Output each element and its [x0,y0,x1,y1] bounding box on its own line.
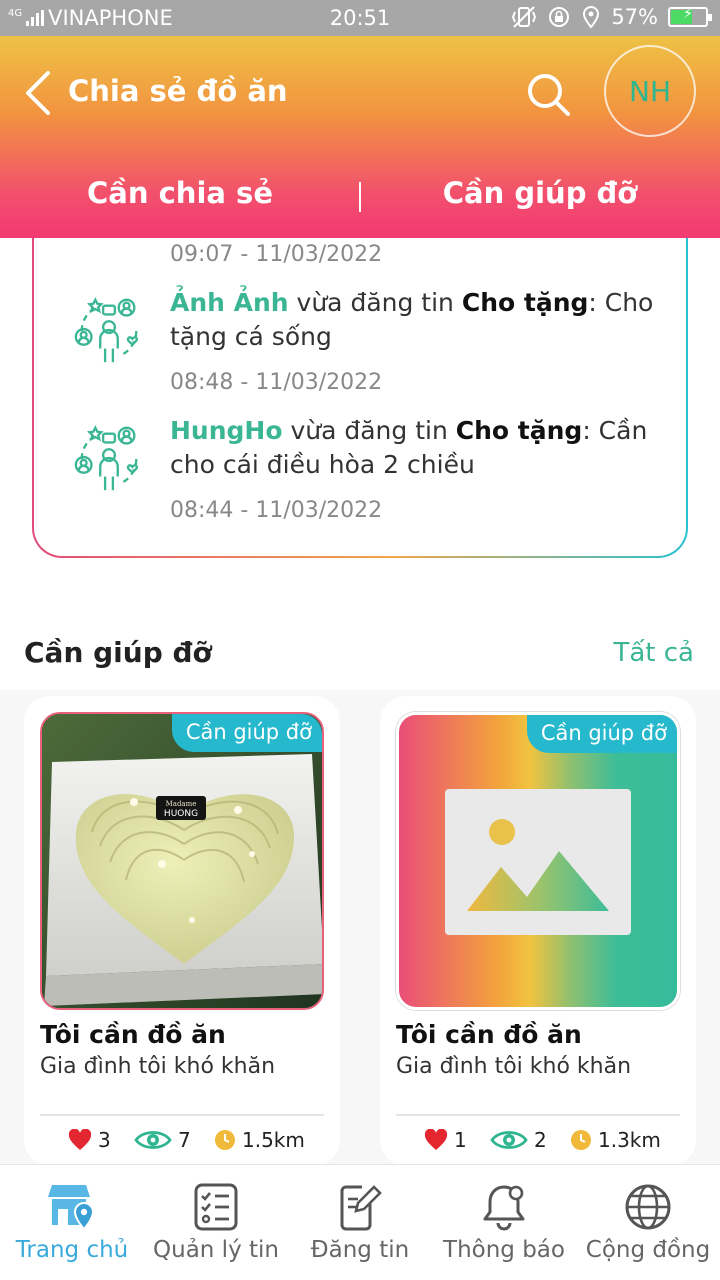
globe-icon [625,1184,671,1230]
search-icon[interactable] [524,70,572,118]
community-icon [74,297,138,363]
activity-type: Cho tặng [455,416,583,445]
back-chevron-icon[interactable] [22,69,52,117]
cake-tag-label: Madame [166,800,197,808]
clock-icon [215,1130,235,1150]
eye-icon [134,1131,172,1149]
activity-verb: vừa đăng tin [288,288,462,317]
community-icon [74,425,138,491]
status-icons: 57% ⚡ [511,5,712,29]
card-divider [396,1114,680,1116]
activity-user[interactable]: Ảnh Ảnh [170,288,289,317]
activity-time: 08:48 - 11/03/2022 [170,370,383,395]
status-bar: 4G VINAPHONE 20:51 57% ⚡ [0,0,720,36]
heart-icon [68,1129,92,1150]
activity-verb: vừa đăng tin [282,416,456,445]
views-stat: 7 [134,1128,191,1152]
activity-time: 09:07 - 11/03/2022 [170,242,383,267]
checklist-icon [194,1183,238,1231]
nav-label: Trang chủ [15,1237,129,1263]
likes-stat[interactable]: 3 [68,1128,111,1152]
eye-icon [490,1131,528,1149]
help-cards-list: Cần giúp đỡ Madame HUONG Tôi cần đồ ăn G… [0,690,720,1166]
activity-message: HungHo vừa đăng tin Cho tặng: Cần cho cá… [170,414,660,482]
tab-can-chia-se[interactable]: Cần chia sẻ [0,176,360,210]
card-subtitle: Gia đình tôi khó khăn [396,1054,632,1079]
card-subtitle: Gia đình tôi khó khăn [40,1054,276,1079]
edit-document-icon [340,1185,382,1231]
nav-label: Cộng đồng [585,1237,711,1263]
nav-label: Quản lý tin [153,1237,279,1263]
card-title: Tôi cần đồ ăn [40,1020,226,1049]
nav-item-quan-ly-tin[interactable]: Quản lý tin [144,1165,288,1280]
battery-icon: ⚡ [668,6,712,27]
distance-stat: 1.3km [570,1128,661,1152]
views-count: 7 [178,1128,191,1152]
help-card[interactable]: Cần giúp đỡ Tôi cần đồ ăn Gia đình tôi k… [380,696,696,1166]
likes-stat[interactable]: 1 [424,1128,467,1152]
page-title: Chia sẻ đồ ăn [68,74,288,108]
nav-item-thong-bao[interactable]: Thông báo [432,1165,576,1280]
post-image-placeholder: Cần giúp đỡ [396,712,680,1010]
card-divider [40,1114,324,1116]
distance-value: 1.5km [242,1128,305,1152]
activity-type: Cho tặng [461,288,589,317]
app-header: Chia sẻ đồ ăn NH Cần chia sẻ Cần giúp đỡ [0,36,720,238]
home-store-icon [48,1185,95,1231]
clock-icon [571,1130,591,1150]
vibrate-off-icon [512,6,537,28]
avatar[interactable]: NH [604,45,696,137]
post-image: Cần giúp đỡ Madame HUONG [40,712,324,1010]
activity-user[interactable]: HungHo [170,416,283,445]
location-icon [583,6,600,29]
nav-label: Đăng tin [310,1237,410,1263]
views-count: 2 [534,1128,547,1152]
rotation-lock-icon [549,7,570,27]
views-stat: 2 [490,1128,547,1152]
status-badge: Cần giúp đỡ [171,714,322,752]
nav-item-trang-chu[interactable]: Trang chủ [0,1165,144,1280]
bell-icon [483,1185,525,1231]
cake-tag-brand: HUONG [164,809,198,819]
activity-time: 08:44 - 11/03/2022 [170,498,383,523]
section-title: Cần giúp đỡ [24,636,212,669]
image-placeholder-icon [445,789,631,935]
help-card[interactable]: Cần giúp đỡ Madame HUONG Tôi cần đồ ăn G… [24,696,340,1166]
likes-count: 1 [454,1128,467,1152]
tab-can-giup-do[interactable]: Cần giúp đỡ [360,176,720,210]
header-tabs: Cần chia sẻ Cần giúp đỡ [0,176,720,220]
activity-message: Ảnh Ảnh vừa đăng tin Cho tặng: Cho tặng … [170,286,660,354]
status-badge: Cần giúp đỡ [526,715,677,753]
nav-item-cong-dong[interactable]: Cộng đồng [576,1165,720,1280]
distance-value: 1.3km [598,1128,661,1152]
nav-item-dang-tin[interactable]: Đăng tin [288,1165,432,1280]
bottom-navigation: Trang chủ Quản lý tin Đăng tin Thông báo [0,1164,720,1280]
see-all-link[interactable]: Tất cả [613,638,694,668]
distance-stat: 1.5km [214,1128,305,1152]
nav-label: Thông báo [443,1237,565,1263]
card-title: Tôi cần đồ ăn [396,1020,582,1049]
likes-count: 3 [98,1128,111,1152]
heart-icon [424,1129,448,1150]
activity-feed-card: 09:07 - 11/03/2022 Ảnh Ảnh vừa đăng tin … [32,200,688,558]
cake-photo: Madame HUONG [42,714,322,1008]
battery-percent: 57% [611,5,658,29]
